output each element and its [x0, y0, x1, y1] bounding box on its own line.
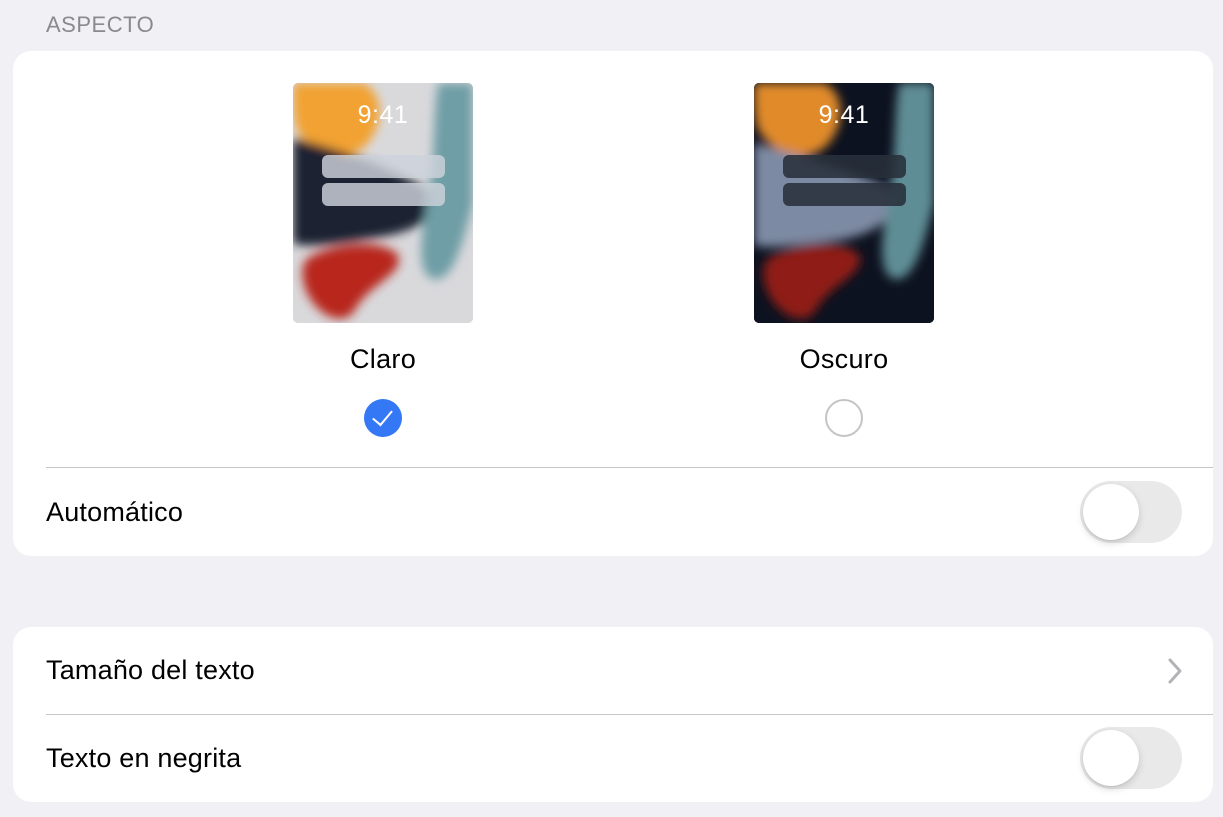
appearance-card: 9:41 Claro 9:41 Oscuro Automático: [13, 51, 1213, 556]
preview-clock-text: 9:41: [818, 101, 870, 129]
automatic-toggle[interactable]: [1080, 481, 1182, 543]
bold-text-label: Texto en negrita: [46, 743, 242, 773]
automatic-row[interactable]: Automático: [13, 468, 1213, 556]
appearance-option-light-label: Claro: [349, 344, 417, 374]
toggle-knob: [1083, 730, 1139, 786]
light-mode-preview[interactable]: 9:41: [293, 83, 473, 323]
checkmark-circle-icon[interactable]: [364, 399, 402, 437]
empty-circle-icon[interactable]: [825, 399, 863, 437]
bold-text-toggle[interactable]: [1080, 727, 1182, 789]
text-size-label: Tamaño del texto: [46, 655, 255, 685]
chevron-right-icon: [1168, 658, 1182, 684]
appearance-option-dark-label: Oscuro: [799, 344, 889, 374]
preview-notification-bar: [322, 155, 445, 178]
preview-notification-bar: [783, 155, 906, 178]
appearance-option-dark[interactable]: 9:41 Oscuro: [754, 83, 934, 437]
toggle-knob: [1083, 484, 1139, 540]
text-size-row[interactable]: Tamaño del texto: [13, 627, 1213, 714]
section-header-aspecto: ASPECTO: [46, 12, 155, 37]
preview-notification-bar: [783, 183, 906, 206]
text-settings-card: Tamaño del texto Texto en negrita: [13, 627, 1213, 802]
preview-notification-bar: [322, 183, 445, 206]
appearance-option-light[interactable]: 9:41 Claro: [293, 83, 473, 437]
automatic-label: Automático: [46, 497, 184, 527]
dark-mode-preview[interactable]: 9:41: [754, 83, 934, 323]
bold-text-row[interactable]: Texto en negrita: [13, 715, 1213, 802]
preview-clock-text: 9:41: [357, 101, 409, 129]
